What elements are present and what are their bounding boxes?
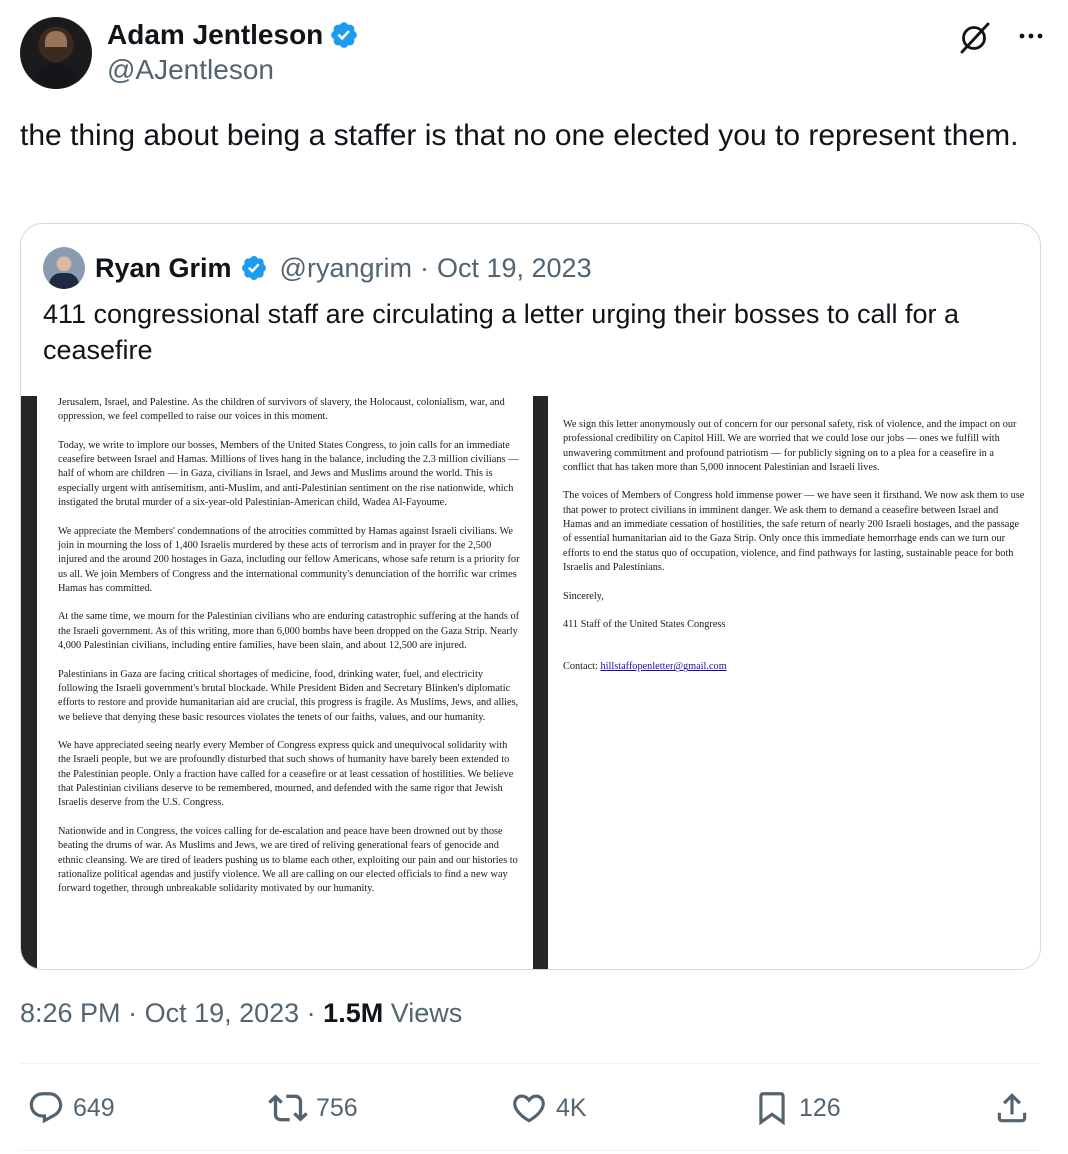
- letter-paragraph: Nationwide and in Congress, the voices c…: [58, 825, 518, 895]
- tweet-text: the thing about being a staffer is that …: [20, 119, 1019, 152]
- views-label: Views: [383, 998, 463, 1028]
- tweet-date[interactable]: Oct 19, 2023: [145, 998, 300, 1028]
- reply-count: 649: [73, 1093, 115, 1122]
- bookmark-count: 126: [799, 1093, 841, 1122]
- letter-paragraph: The voices of Members of Congress hold i…: [563, 490, 1025, 573]
- author-display-name-row[interactable]: Adam Jentleson: [107, 18, 359, 52]
- meta-separator: ·: [419, 252, 429, 283]
- quoted-tweet[interactable]: Ryan Grim @ryangrim · Oct 19, 2023 411 c…: [20, 223, 1041, 970]
- meta-separator: ·: [299, 998, 324, 1028]
- letter-closing: Sincerely,: [563, 590, 604, 602]
- share-icon: [993, 1089, 1031, 1127]
- quoted-date[interactable]: Oct 19, 2023: [437, 253, 592, 284]
- letter-paragraph: We appreciate the Members' condemnations…: [58, 525, 520, 594]
- tweet-time[interactable]: 8:26 PM: [20, 998, 121, 1028]
- repost-count: 756: [316, 1093, 358, 1122]
- letter-image[interactable]: Jerusalem, Israel, and Palestine. As the…: [21, 396, 1040, 969]
- letter-paragraph: We have appreciated seeing nearly every …: [58, 740, 514, 809]
- image-left-border: [21, 396, 37, 969]
- quoted-tweet-header: Ryan Grim @ryangrim · Oct 19, 2023: [43, 247, 592, 289]
- letter-paragraph: Jerusalem, Israel, and Palestine. As the…: [58, 397, 505, 423]
- views-count: 1.5M: [323, 998, 384, 1028]
- divider: [20, 1063, 1040, 1064]
- reply-button[interactable]: 649: [27, 1083, 115, 1133]
- letter-paragraph: At the same time, we mourn for the Pales…: [58, 611, 520, 652]
- letter-contact: Contact: hillstaffopenletter@gmail.com: [563, 660, 1025, 674]
- quoted-tweet-text: 411 congressional staff are circulating …: [43, 299, 959, 365]
- verified-badge-icon[interactable]: [329, 20, 359, 50]
- author-names: Adam Jentleson @AJentleson: [107, 18, 359, 86]
- quoted-author-handle[interactable]: @ryangrim: [280, 253, 412, 284]
- letter-paragraph: We sign this letter anonymously out of c…: [563, 419, 1017, 473]
- like-count: 4K: [556, 1093, 587, 1122]
- page-divider: [533, 396, 548, 969]
- bookmark-icon: [753, 1089, 791, 1127]
- meta-separator: ·: [120, 998, 145, 1028]
- reply-icon: [27, 1089, 65, 1127]
- tweet-header: Adam Jentleson @AJentleson: [20, 17, 1048, 89]
- tweet-timestamp: 8:26 PM · Oct 19, 2023 · 1.5M Views: [20, 998, 462, 1029]
- share-button[interactable]: [993, 1083, 1031, 1133]
- letter-signature: 411 Staff of the United States Congress: [563, 619, 726, 631]
- action-bar: 649 756 4K 126: [0, 1083, 1068, 1133]
- letter-paragraph: Palestinians in Gaza are facing critical…: [58, 668, 519, 723]
- contact-email-link[interactable]: hillstaffopenletter@gmail.com: [600, 661, 726, 672]
- verified-badge-icon[interactable]: [240, 254, 268, 282]
- quoted-author-name[interactable]: Ryan Grim: [95, 253, 232, 284]
- like-button[interactable]: 4K: [510, 1083, 587, 1133]
- bookmark-button[interactable]: 126: [753, 1083, 841, 1133]
- more-options-icon[interactable]: [1016, 21, 1046, 56]
- letter-page-2: We sign this letter anonymously out of c…: [563, 418, 1025, 689]
- letter-paragraph: Today, we write to implore our bosses, M…: [58, 439, 519, 509]
- repost-icon: [268, 1088, 308, 1128]
- author-handle[interactable]: @AJentleson: [107, 54, 359, 86]
- author-name[interactable]: Adam Jentleson: [107, 19, 323, 51]
- contact-label: Contact:: [563, 661, 598, 673]
- heart-icon: [510, 1089, 548, 1127]
- author-avatar[interactable]: [20, 17, 92, 89]
- divider: [20, 1150, 1040, 1151]
- grok-icon[interactable]: [957, 21, 991, 60]
- repost-button[interactable]: 756: [268, 1083, 358, 1133]
- letter-page-1: Jerusalem, Israel, and Palestine. As the…: [58, 396, 520, 911]
- quoted-author-avatar[interactable]: [43, 247, 85, 289]
